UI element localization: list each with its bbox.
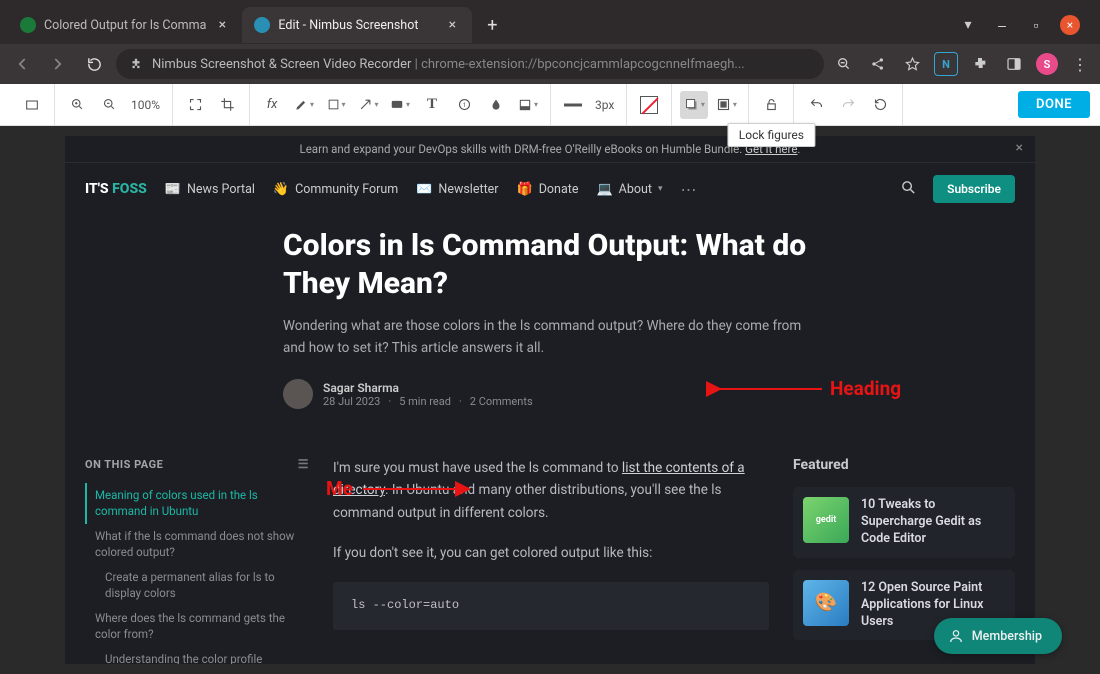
lock-figures-tool[interactable]: Lock figures xyxy=(757,91,785,119)
article-headline: Colors in ls Command Output: What do The… xyxy=(283,227,823,302)
new-tab-button[interactable]: + xyxy=(478,11,506,39)
url-text: chrome-extension://bpconcjcammlapcogcnne… xyxy=(421,57,745,72)
tab-favicon xyxy=(20,17,36,33)
nav-newsletter[interactable]: ✉️Newsletter xyxy=(416,182,498,197)
highlight-tool[interactable]: ▾ xyxy=(514,91,542,119)
annotation-heading[interactable]: Heading xyxy=(830,377,901,400)
shadow-tool[interactable]: ▾ xyxy=(680,91,708,119)
profile-avatar[interactable]: S xyxy=(1036,53,1058,75)
history-icon[interactable] xyxy=(866,91,894,119)
back-button[interactable] xyxy=(8,50,36,78)
maximize-button[interactable]: ▫ xyxy=(1026,15,1046,35)
blur-tool[interactable] xyxy=(482,91,510,119)
sidepanel-icon[interactable] xyxy=(1002,52,1026,76)
no-fill-tool[interactable] xyxy=(635,91,663,119)
annotation-me[interactable]: Me xyxy=(326,477,473,500)
nav-about[interactable]: 💻About▾ xyxy=(596,182,662,197)
featured-card[interactable]: gedit 10 Tweaks to Supercharge Gedit as … xyxy=(793,487,1015,558)
crop-icon[interactable] xyxy=(213,91,241,119)
pen-tool[interactable]: ▾ xyxy=(290,91,318,119)
featured-thumbnail: gedit xyxy=(803,497,849,543)
tab-title: Colored Output for ls Comma xyxy=(44,18,206,33)
minimize-button[interactable]: ‒ xyxy=(992,15,1012,35)
kebab-menu-icon[interactable]: ⋮ xyxy=(1068,52,1092,76)
zoom-icon[interactable] xyxy=(832,52,856,76)
zoom-in-icon[interactable] xyxy=(63,91,91,119)
author-name[interactable]: Sagar Sharma xyxy=(323,381,541,395)
zoom-out-icon[interactable] xyxy=(95,91,123,119)
editor-canvas: Learn and expand your DevOps skills with… xyxy=(0,126,1100,674)
note-tool[interactable]: ▾ xyxy=(386,91,414,119)
code-block: ls --color=auto xyxy=(333,582,769,630)
share-icon[interactable] xyxy=(866,52,890,76)
toc-item[interactable]: What if the ls command does not show col… xyxy=(85,524,309,565)
featured-thumbnail: 🎨 xyxy=(803,580,849,626)
arrow-tool[interactable]: ▾ xyxy=(354,91,382,119)
tooltip: Lock figures xyxy=(728,123,815,147)
zoom-level[interactable]: 100% xyxy=(127,98,164,112)
toc-item[interactable]: Create a permanent alias for ls to displ… xyxy=(85,565,309,606)
browser-tab-2[interactable]: Edit - Nimbus Screenshot × xyxy=(242,7,472,43)
site-logo[interactable]: IT'S FOSS xyxy=(85,181,147,197)
menu-icon[interactable]: ☰ xyxy=(298,457,309,471)
publish-date: 28 Jul 2023 xyxy=(323,395,391,408)
site-header: IT'S FOSS 📰News Portal 👋Community Forum … xyxy=(65,163,1035,215)
toc-heading: ON THIS PAGE xyxy=(85,458,163,471)
nimbus-toolbar: 100% fx ▾ ▾ ▾ ▾ T 1 ▾ 3px ▾ ▾ xyxy=(0,84,1100,126)
browser-toolbar: Nimbus Screenshot & Screen Video Recorde… xyxy=(0,44,1100,84)
shape-tool[interactable]: ▾ xyxy=(322,91,350,119)
author-avatar[interactable] xyxy=(283,379,313,409)
undo-icon[interactable] xyxy=(802,91,830,119)
toc-item[interactable]: Where does the ls command gets the color… xyxy=(85,606,309,647)
extension-icon xyxy=(128,56,144,72)
article-subheading: Wondering what are those colors in the l… xyxy=(283,316,823,359)
forward-button[interactable] xyxy=(44,50,72,78)
window-close-button[interactable]: × xyxy=(1060,15,1080,35)
stroke-width-tool[interactable] xyxy=(559,91,587,119)
nav-donate[interactable]: 🎁Donate xyxy=(517,182,579,197)
tab-title: Edit - Nimbus Screenshot xyxy=(278,18,436,33)
browser-tab-1[interactable]: Colored Output for ls Comma × xyxy=(8,7,242,43)
stroke-width-value[interactable]: 3px xyxy=(591,98,618,112)
text-tool[interactable]: T xyxy=(418,91,446,119)
toc-item[interactable]: Meaning of colors used in the ls command… xyxy=(85,483,309,524)
comment-count[interactable]: 2 Comments xyxy=(470,395,541,408)
browser-tab-strip: Colored Output for ls Comma × Edit - Nim… xyxy=(0,0,1100,44)
done-button[interactable]: DONE xyxy=(1018,91,1090,118)
author-byline: Sagar Sharma 28 Jul 2023 5 min read 2 Co… xyxy=(283,379,823,409)
toc-item[interactable]: Understanding the color profile xyxy=(85,647,309,664)
nav-news-portal[interactable]: 📰News Portal xyxy=(165,182,255,197)
resize-icon[interactable] xyxy=(18,91,46,119)
star-icon[interactable] xyxy=(900,52,924,76)
fx-tool[interactable]: fx xyxy=(258,91,286,119)
membership-button[interactable]: Membership xyxy=(934,618,1062,654)
redo-icon[interactable] xyxy=(834,91,862,119)
nav-more[interactable]: ⋯ xyxy=(681,180,698,199)
search-icon[interactable] xyxy=(900,179,917,200)
read-time: 5 min read xyxy=(399,395,462,408)
fullscreen-icon[interactable] xyxy=(181,91,209,119)
chevron-down-icon[interactable]: ▾ xyxy=(958,15,978,35)
nimbus-extension-icon[interactable]: N xyxy=(934,52,958,76)
tab-favicon xyxy=(254,17,270,33)
address-bar[interactable]: Nimbus Screenshot & Screen Video Recorde… xyxy=(116,49,824,79)
close-icon[interactable]: × xyxy=(1016,140,1023,156)
extensions-icon[interactable] xyxy=(968,52,992,76)
close-icon[interactable]: × xyxy=(444,17,460,33)
chevron-down-icon: ▾ xyxy=(658,184,663,194)
featured-heading: Featured xyxy=(793,457,1015,473)
nav-community-forum[interactable]: 👋Community Forum xyxy=(273,182,398,197)
subscribe-button[interactable]: Subscribe xyxy=(933,175,1015,203)
page-title-in-url: Nimbus Screenshot & Screen Video Recorde… xyxy=(152,57,411,72)
counter-tool[interactable]: 1 xyxy=(450,91,478,119)
table-of-contents: ON THIS PAGE ☰ Meaning of colors used in… xyxy=(85,457,309,664)
svg-text:1: 1 xyxy=(462,101,466,109)
close-icon[interactable]: × xyxy=(214,17,230,33)
border-tool[interactable]: ▾ xyxy=(712,91,740,119)
reload-button[interactable] xyxy=(80,50,108,78)
announcement-banner: Learn and expand your DevOps skills with… xyxy=(65,136,1035,163)
